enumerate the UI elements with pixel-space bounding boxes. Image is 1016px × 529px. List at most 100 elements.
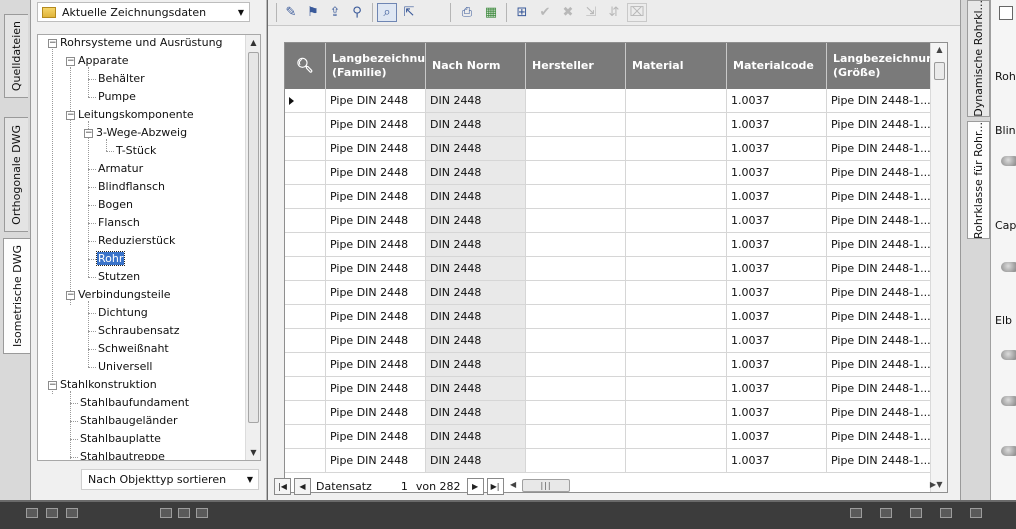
table-cell[interactable]: DIN 2448 (426, 425, 526, 449)
table-row[interactable]: Pipe DIN 2448 DIN 2448 1.0037 Pipe DIN 2448… (285, 305, 932, 329)
table-row[interactable]: Pipe DIN 2448 DIN 2448 1.0037 Pipe DIN 2448… (285, 233, 932, 257)
accept-icon[interactable]: ⇲ (581, 3, 601, 22)
collapse-toggle[interactable]: − (66, 57, 75, 66)
table-cell[interactable] (626, 329, 727, 353)
table-row[interactable]: Pipe DIN 2448 DIN 2448 1.0037 Pipe DIN 2448… (285, 401, 932, 425)
table-cell[interactable]: DIN 2448 (426, 329, 526, 353)
table-cell[interactable]: Pipe DIN 2448 (326, 281, 426, 305)
collapse-toggle[interactable]: − (66, 111, 75, 120)
tree-node-blindflansch[interactable]: Blindflansch (98, 179, 165, 195)
tree-node-stahlkonstruktion[interactable]: Stahlkonstruktion (60, 377, 157, 393)
table-cell[interactable]: DIN 2448 (426, 185, 526, 209)
table-cell[interactable]: Pipe DIN 2448 (326, 425, 426, 449)
next-record-button[interactable]: ▶ (466, 477, 484, 495)
table-cell[interactable] (626, 305, 727, 329)
current-record-field[interactable]: 1 (378, 480, 408, 493)
cross-icon[interactable]: ✖ (558, 3, 578, 22)
filter-icon[interactable]: ⚲ (347, 3, 367, 22)
table-cell[interactable]: DIN 2448 (426, 233, 526, 257)
palette-label-elbow[interactable]: Elb (995, 314, 1012, 327)
table-cell[interactable] (526, 209, 626, 233)
table-cell[interactable]: 1.0037 (727, 233, 827, 257)
table-cell[interactable]: Pipe DIN 2448 (326, 161, 426, 185)
table-cell[interactable]: DIN 2448 (426, 401, 526, 425)
table-cell[interactable]: Pipe DIN 2448-1.... (827, 377, 932, 401)
status-icon[interactable] (850, 508, 862, 518)
table-row[interactable]: Pipe DIN 2448 DIN 2448 1.0037 Pipe DIN 2448… (285, 89, 932, 113)
table-cell[interactable]: Pipe DIN 2448-1.... (827, 233, 932, 257)
tree-node-schweissnaht[interactable]: Schweißnaht (98, 341, 169, 357)
tree-node-universell[interactable]: Universell (98, 359, 153, 375)
table-cell[interactable] (626, 257, 727, 281)
table-cell[interactable]: Pipe DIN 2448-1.... (827, 89, 932, 113)
table-cell[interactable]: 1.0037 (727, 449, 827, 473)
reject-icon[interactable]: ⇵ (604, 3, 624, 22)
row-selector[interactable] (285, 353, 326, 377)
scroll-thumb[interactable] (248, 52, 259, 423)
table-cell[interactable] (526, 353, 626, 377)
tree-node-verbindungsteile[interactable]: Verbindungsteile (78, 287, 171, 303)
table-cell[interactable]: DIN 2448 (426, 257, 526, 281)
table-cell[interactable]: 1.0037 (727, 161, 827, 185)
column-header-hersteller[interactable]: Hersteller (526, 43, 626, 89)
tree-scrollbar[interactable]: ▲ ▼ (245, 35, 260, 460)
export-icon[interactable]: ⇪ (325, 3, 345, 22)
collapse-toggle[interactable]: − (48, 381, 57, 390)
table-cell[interactable]: 1.0037 (727, 113, 827, 137)
cap-icon[interactable] (1001, 262, 1016, 272)
tree-node-rohr[interactable]: Rohr (95, 251, 126, 267)
table-cell[interactable] (526, 89, 626, 113)
table-row[interactable]: Pipe DIN 2448 DIN 2448 1.0037 Pipe DIN 2448… (285, 161, 932, 185)
row-selector[interactable] (285, 185, 326, 209)
row-selector[interactable] (285, 377, 326, 401)
tree-node-pumpe[interactable]: Pumpe (98, 89, 136, 105)
table-cell[interactable] (526, 449, 626, 473)
table-cell[interactable] (626, 425, 727, 449)
tree-node-3-wege-abzweig[interactable]: 3-Wege-Abzweig (96, 125, 187, 141)
tree-node-stahlbaufundament[interactable]: Stahlbaufundament (80, 395, 189, 411)
table-row[interactable]: Pipe DIN 2448 DIN 2448 1.0037 Pipe DIN 2448… (285, 257, 932, 281)
grid-horizontal-scrollbar[interactable]: ◀ ||| ▶ (510, 477, 936, 493)
table-row[interactable]: Pipe DIN 2448 DIN 2448 1.0037 Pipe DIN 2448… (285, 329, 932, 353)
scroll-right-icon[interactable]: ▶ (930, 477, 936, 493)
table-cell[interactable]: 1.0037 (727, 257, 827, 281)
table-cell[interactable]: Pipe DIN 2448-1.... (827, 353, 932, 377)
scroll-thumb[interactable]: ||| (522, 479, 570, 492)
table-cell[interactable] (526, 257, 626, 281)
table-cell[interactable]: DIN 2448 (426, 209, 526, 233)
tree-node-apparate[interactable]: Apparate (78, 53, 129, 69)
first-record-button[interactable]: |◀ (274, 477, 291, 495)
tree-node-t-stueck[interactable]: T-Stück (116, 143, 156, 159)
elbow-icon[interactable] (1001, 446, 1016, 456)
column-header-nach-norm[interactable]: Nach Norm (426, 43, 526, 89)
table-cell[interactable]: DIN 2448 (426, 281, 526, 305)
row-selector[interactable] (285, 209, 326, 233)
status-icon[interactable] (46, 508, 58, 518)
table-row[interactable]: Pipe DIN 2448 DIN 2448 1.0037 Pipe DIN 2448… (285, 281, 932, 305)
column-header-langbezeichnung-familie[interactable]: Langbezeichnung (Familie) (326, 43, 426, 89)
table-row[interactable]: Pipe DIN 2448 DIN 2448 1.0037 Pipe DIN 2448… (285, 137, 932, 161)
table-cell[interactable] (626, 89, 727, 113)
clear-icon[interactable]: ⌧ (627, 3, 647, 22)
row-selector[interactable] (285, 329, 326, 353)
table-cell[interactable]: DIN 2448 (426, 449, 526, 473)
table-cell[interactable]: DIN 2448 (426, 137, 526, 161)
table-cell[interactable]: 1.0037 (727, 425, 827, 449)
table-cell[interactable]: DIN 2448 (426, 377, 526, 401)
table-cell[interactable] (526, 233, 626, 257)
edit-icon[interactable]: ✎ (281, 3, 301, 22)
tab-orthogonale-dwg[interactable]: Orthogonale DWG (4, 117, 28, 232)
tree-node-bogen[interactable]: Bogen (98, 197, 133, 213)
blind-flange-icon[interactable] (1001, 156, 1016, 166)
table-cell[interactable]: Pipe DIN 2448-1.... (827, 305, 932, 329)
sort-dropdown[interactable]: Nach Objekttyp sortieren ▼ (81, 469, 259, 490)
table-row[interactable]: Pipe DIN 2448 DIN 2448 1.0037 Pipe DIN 2448… (285, 353, 932, 377)
table-cell[interactable]: 1.0037 (727, 377, 827, 401)
table-cell[interactable]: Pipe DIN 2448-1.... (827, 137, 932, 161)
table-cell[interactable]: DIN 2448 (426, 161, 526, 185)
table-cell[interactable]: DIN 2448 (426, 305, 526, 329)
tree-node-schraubensatz[interactable]: Schraubensatz (98, 323, 180, 339)
table-cell[interactable] (526, 161, 626, 185)
select-icon[interactable]: ⊞ (512, 3, 532, 22)
table-cell[interactable]: Pipe DIN 2448-1.... (827, 425, 932, 449)
